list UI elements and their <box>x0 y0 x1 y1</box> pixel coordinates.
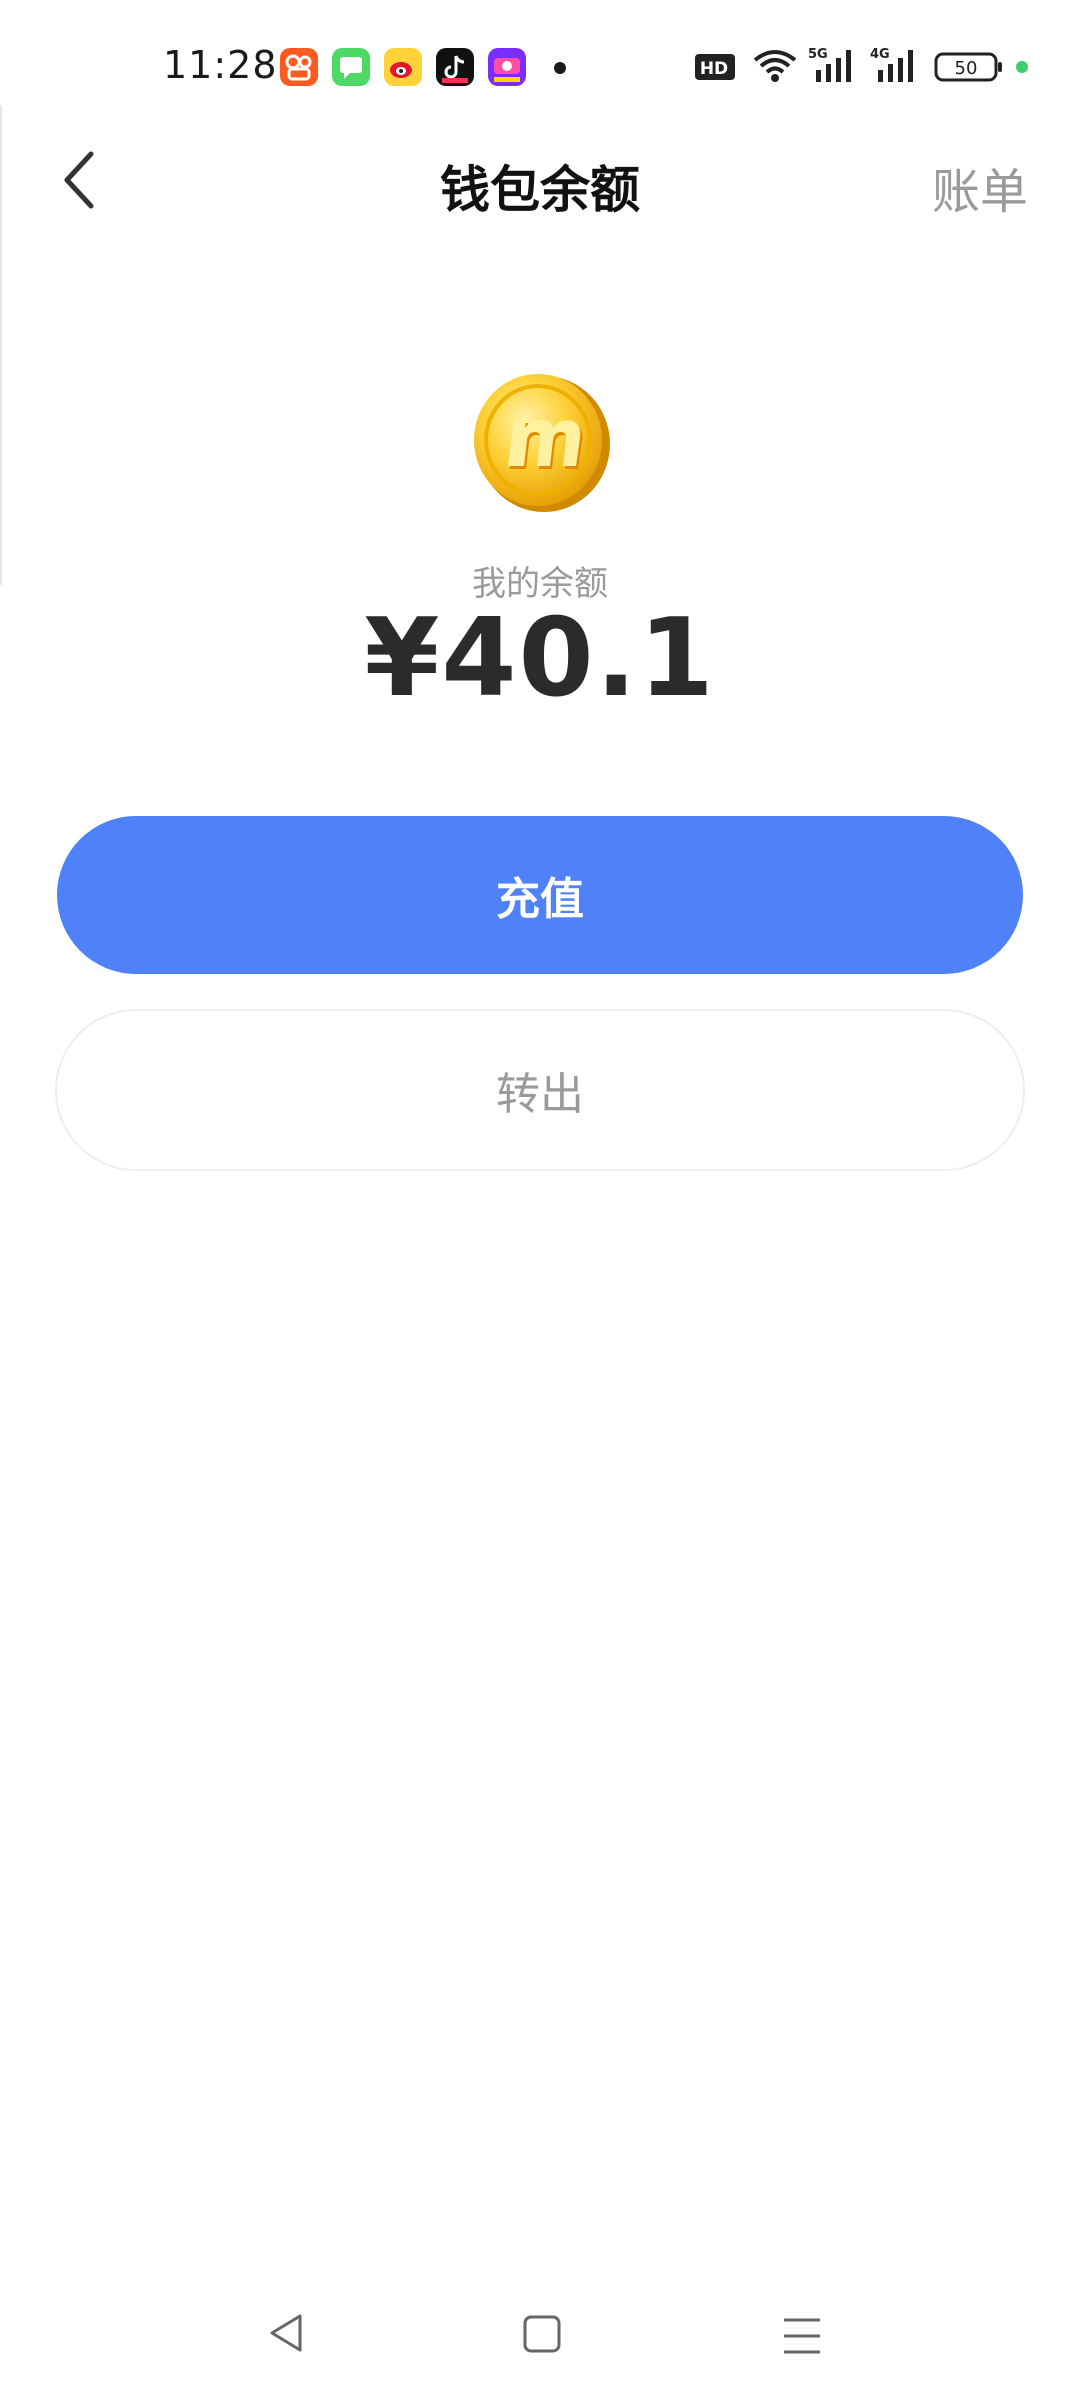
status-time: 11:28 <box>163 43 278 87</box>
kuaishou-icon <box>280 48 318 86</box>
menu-lines-icon <box>784 2318 820 2354</box>
triangle-back-icon <box>270 2314 302 2352</box>
bill-link[interactable]: 账单 <box>932 152 1028 222</box>
svg-text:HD: HD <box>700 59 728 79</box>
more-notifications-dot <box>554 62 566 74</box>
svg-text:50: 50 <box>955 58 978 79</box>
signal-5g-icon: 5G <box>808 46 858 86</box>
nav-home-button[interactable] <box>522 2314 562 2354</box>
square-home-icon <box>523 2315 561 2353</box>
douyin-icon <box>436 48 474 86</box>
page-title: 钱包余额 <box>440 161 640 219</box>
svg-text:5G: 5G <box>808 47 828 62</box>
status-bar: 11:28 HD 5G 4G 50 <box>0 0 1080 100</box>
charging-dot <box>1016 61 1028 73</box>
weibo-icon <box>384 48 422 86</box>
nav-back-button[interactable] <box>262 2308 312 2358</box>
messages-icon <box>332 48 370 86</box>
transfer-button[interactable]: 转出 <box>55 1009 1025 1171</box>
coin-icon <box>466 368 612 514</box>
video-app-icon <box>488 48 526 86</box>
svg-text:4G: 4G <box>870 47 890 62</box>
recharge-button[interactable]: 充值 <box>57 816 1023 974</box>
signal-4g-icon: 4G <box>870 46 920 86</box>
nav-recents-button[interactable] <box>782 2316 822 2356</box>
hd-icon: HD <box>694 46 736 86</box>
wifi-icon <box>752 46 798 86</box>
balance-amount: ¥40.1 <box>364 596 716 721</box>
battery-icon: 50 <box>934 46 1004 86</box>
